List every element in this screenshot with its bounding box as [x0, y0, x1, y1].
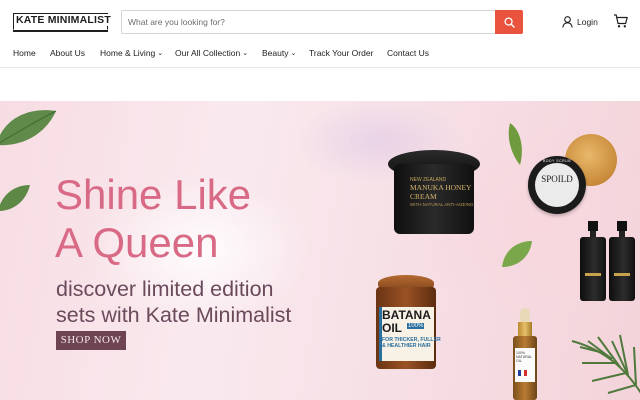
- bottle-body: [609, 237, 635, 301]
- hero-subline: discover limited edition sets with Kate …: [56, 276, 291, 328]
- search-button[interactable]: [495, 10, 523, 34]
- hero-banner[interactable]: Shine Like A Queen discover limited edit…: [0, 101, 640, 400]
- login-label: Login: [577, 17, 598, 27]
- logo-underline: [13, 30, 108, 32]
- spoild-jar: BODY SCRUB SPOILD: [528, 156, 586, 214]
- pump-bottle: [609, 221, 635, 301]
- batana-oil-jar: BATANA OIL 100% FOR THICKER, FULLER & HE…: [376, 275, 441, 369]
- serum-dropper-bottle: 100% NATURAL OIL: [512, 308, 538, 400]
- search-icon: [503, 16, 515, 28]
- nav-item-label: Our All Collection: [175, 48, 241, 58]
- nav-item-all-collection[interactable]: Our All Collection ⌄: [175, 48, 248, 58]
- nav-item-track-order[interactable]: Track Your Order: [309, 48, 373, 58]
- site-header: KATE MINIMALIST Login: [0, 0, 640, 44]
- jar-label-tagline: FOR THICKER, FULLER & HEALTHIER HAIR: [382, 337, 441, 349]
- jar-brand-name: SPOILD: [541, 174, 573, 184]
- chevron-down-icon: ⌄: [157, 50, 164, 57]
- cart-button[interactable]: [613, 13, 629, 29]
- login-link[interactable]: Login: [562, 14, 598, 30]
- dropper-label-text: 100% NATURAL OIL: [516, 351, 532, 363]
- jar-label-sub: WITH NATURAL ANTI-AGEING: [410, 202, 474, 207]
- palm-leaf-decoration: [571, 334, 640, 394]
- search-input[interactable]: [122, 11, 496, 33]
- nav-item-label: Contact Us: [387, 48, 430, 58]
- leaf-decoration: [0, 110, 57, 146]
- nav-item-label: Home & Living: [100, 48, 156, 58]
- chevron-down-icon: ⌄: [290, 50, 297, 57]
- nav-item-label: Home: [13, 48, 36, 58]
- brand-logo[interactable]: KATE MINIMALIST: [13, 11, 112, 32]
- cart-icon: [614, 14, 628, 28]
- nav-item-label: Beauty: [262, 48, 289, 58]
- bottle-body: [580, 237, 606, 301]
- headline-line: Shine Like: [55, 171, 252, 218]
- bottle-tag: [585, 273, 601, 276]
- nav-item-label: About Us: [50, 48, 85, 58]
- chevron-down-icon: ⌄: [242, 50, 249, 57]
- jar-label-line: MANUKA HONEY: [410, 183, 472, 192]
- hero-headline: Shine Like A Queen: [55, 171, 251, 267]
- nav-item-contact-us[interactable]: Contact Us: [387, 48, 429, 58]
- pump-bottle: [580, 221, 606, 301]
- bottle-cap: [588, 221, 598, 231]
- nav-item-home-living[interactable]: Home & Living ⌄: [100, 48, 163, 58]
- dropper-bulb: [520, 308, 530, 322]
- jar-label-line: CREAM: [410, 192, 437, 201]
- nav-item-about-us[interactable]: About Us: [50, 48, 85, 58]
- subline-line: sets with Kate Minimalist: [56, 303, 292, 327]
- jar-label-line: BATANA: [382, 308, 431, 322]
- user-icon: [562, 16, 573, 28]
- jar-label-line: OIL: [382, 321, 402, 335]
- leaf-decoration: [508, 123, 522, 165]
- nav-item-beauty[interactable]: Beauty ⌄: [262, 48, 296, 58]
- french-flag-icon: [518, 370, 527, 376]
- headline-line: A Queen: [55, 219, 219, 266]
- logo-text: KATE MINIMALIST: [15, 14, 112, 26]
- shop-now-button[interactable]: SHOP NOW: [56, 331, 126, 350]
- bottle-cap: [617, 221, 627, 231]
- bottle-tag: [614, 273, 630, 276]
- main-nav: Home About Us Home & Living ⌄ Our All Co…: [0, 44, 640, 68]
- nav-item-label: Track Your Order: [309, 48, 374, 58]
- subline-line: discover limited edition: [56, 277, 274, 301]
- dropper-collar: [518, 322, 532, 336]
- leaf-decoration: [0, 185, 30, 211]
- leaf-decoration: [502, 241, 532, 267]
- manuka-honey-jar: NEW ZEALAND MANUKA HONEY CREAM WITH NATU…: [388, 150, 480, 236]
- nav-item-home[interactable]: Home: [13, 48, 36, 58]
- jar-label-line: & HEALTHIER HAIR: [382, 343, 431, 349]
- jar-label-name: MANUKA HONEY CREAM: [410, 183, 471, 201]
- jar-label-badge: 100%: [407, 323, 425, 329]
- jar-face: [535, 163, 579, 207]
- search-bar: [121, 10, 523, 34]
